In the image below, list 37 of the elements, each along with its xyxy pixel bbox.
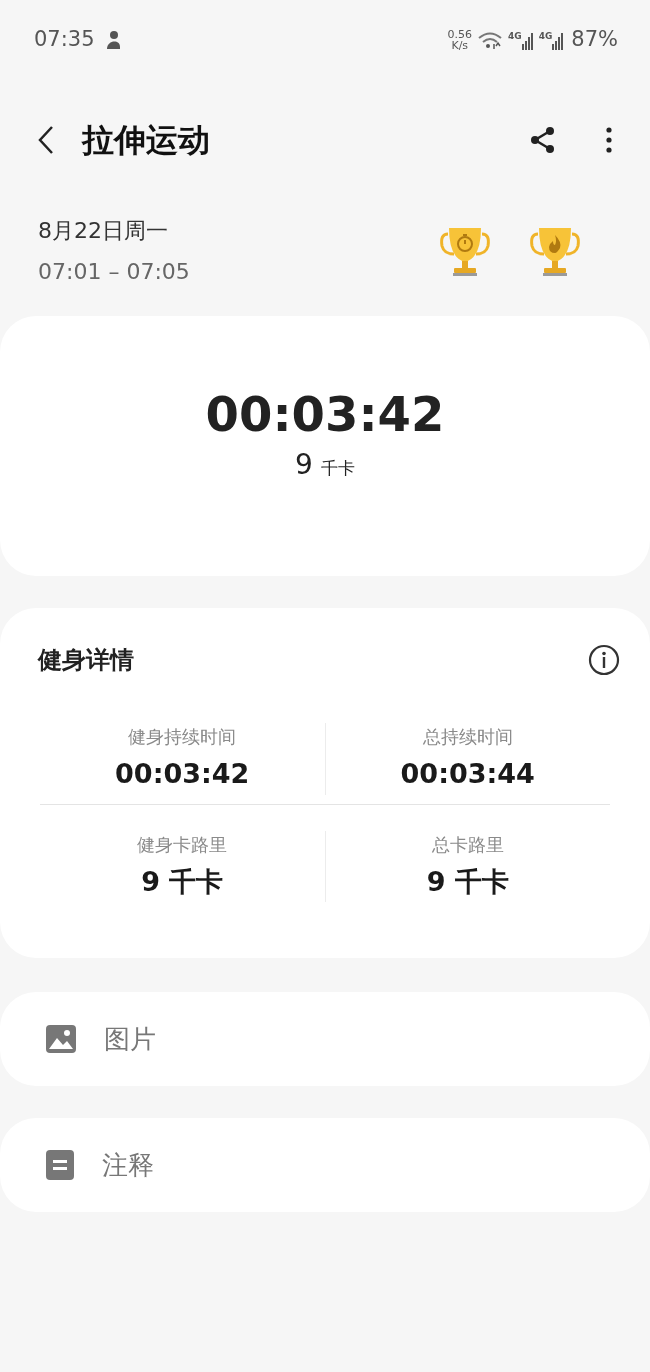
more-icon	[606, 127, 612, 153]
attachment-row[interactable]: 图片	[0, 992, 650, 1086]
signal-icon	[521, 30, 534, 50]
net-speed: 0.56	[447, 29, 472, 40]
stat-value: 9 千卡	[426, 864, 509, 899]
page-title: 拉伸运动	[82, 120, 210, 161]
status-time: 07:35	[34, 26, 95, 54]
wifi-icon	[477, 30, 503, 50]
network-type: 4G	[538, 30, 553, 43]
session-time-range: 07:01 – 07:05	[38, 258, 190, 286]
stat-value: 00:03:42	[115, 757, 250, 792]
stat-label: 健身持续时间	[128, 725, 237, 750]
back-icon	[38, 125, 54, 155]
stat-value: 9 千卡	[141, 864, 224, 899]
share-icon	[530, 126, 556, 154]
stat-label: 总卡路里	[431, 832, 504, 857]
stat-value: 00:03:44	[400, 757, 535, 792]
section-title: 健身详情	[38, 645, 134, 676]
note-icon	[46, 1150, 74, 1180]
calories-value: 9	[295, 447, 313, 483]
info-button[interactable]	[588, 644, 620, 676]
back-button[interactable]	[38, 125, 54, 155]
stat-label: 总持续时间	[422, 725, 513, 750]
battery-level: 87%	[571, 26, 618, 54]
signal-icon	[552, 30, 565, 50]
person-icon	[104, 30, 121, 50]
workout-duration: 00:03:42	[205, 390, 445, 438]
network-type: 4G	[508, 30, 522, 43]
session-date: 8月22日周一	[38, 217, 169, 245]
calories-unit: 千卡	[320, 457, 355, 480]
more-button[interactable]	[606, 127, 612, 153]
attachment-row[interactable]: 注释	[0, 1118, 650, 1212]
image-icon	[46, 1025, 76, 1053]
net-unit: K/s	[451, 40, 469, 51]
share-button[interactable]	[530, 126, 556, 154]
stat-label: 健身卡路里	[137, 832, 228, 857]
info-icon	[588, 644, 620, 676]
